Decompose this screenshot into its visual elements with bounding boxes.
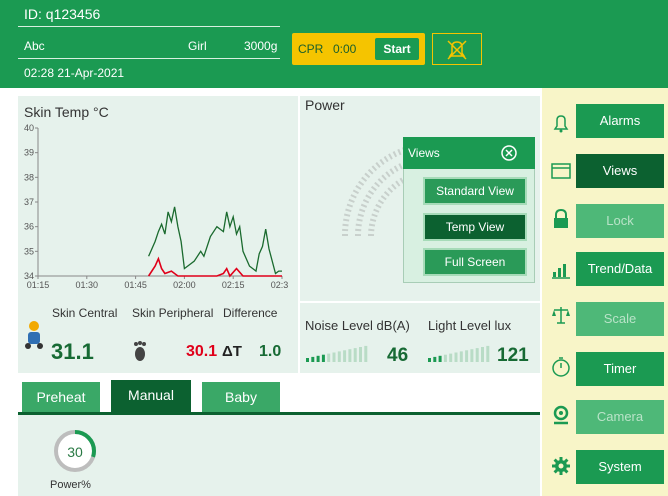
level-bar: [306, 358, 309, 362]
skin-temp-chart: 3435363738394001:15 01:30 01:45 02:00 02:15 0…: [24, 123, 288, 290]
level-bar: [359, 347, 362, 362]
level-bar: [321, 354, 325, 362]
views-popup-title: Views: [408, 146, 440, 160]
x-tick-label: 02:30: [271, 280, 288, 290]
infant-icon: [25, 321, 43, 349]
cpr-label: CPR: [298, 42, 324, 56]
level-bar: [428, 358, 431, 362]
level-bar: [470, 349, 474, 362]
difference-label: Difference: [223, 306, 278, 320]
series-line-0: [148, 206, 282, 275]
tab-preheat[interactable]: Preheat: [22, 382, 100, 412]
y-tick-label: 35: [24, 246, 34, 256]
y-tick-label: 36: [24, 222, 34, 232]
sidebar-item-scale[interactable]: Scale: [576, 302, 664, 336]
sidebar-item-trend-data[interactable]: Trend/Data: [576, 252, 664, 286]
level-bar: [454, 352, 458, 362]
sidebar-item-timer[interactable]: Timer: [576, 352, 664, 386]
skin-peripheral-value: 30.1: [186, 343, 218, 360]
bell-icon: [553, 115, 569, 133]
level-bar: [438, 355, 442, 362]
level-bar: [486, 345, 490, 362]
temp-view-button[interactable]: Temp View: [423, 213, 527, 241]
level-bar: [327, 353, 331, 362]
x-tick-label: 01:30: [76, 280, 99, 290]
sidebar-item-system[interactable]: System: [576, 450, 664, 484]
level-bar: [459, 351, 463, 362]
full-screen-button[interactable]: Full Screen: [423, 248, 527, 276]
x-tick-label: 01:15: [27, 280, 50, 290]
header-divider: [18, 58, 280, 59]
noise-level-value: 46: [387, 345, 409, 366]
sidebar-item-camera[interactable]: Camera: [576, 400, 664, 434]
y-tick-label: 40: [24, 123, 34, 133]
noise-level-bars: [306, 345, 368, 362]
datetime: 02:28 21-Apr-2021: [24, 66, 125, 80]
level-bar: [481, 347, 484, 362]
level-bar: [311, 356, 315, 362]
bar-chart-icon: [552, 264, 570, 279]
level-bar: [332, 352, 336, 362]
x-tick-label: 01:45: [124, 280, 147, 290]
close-icon[interactable]: [499, 143, 519, 163]
camera-icon: [553, 405, 569, 425]
level-bar: [475, 348, 479, 362]
level-bar: [343, 350, 347, 362]
patient-gender: Girl: [188, 39, 207, 53]
alarm-silence-button[interactable]: [432, 33, 482, 65]
patient-name: Abc: [24, 39, 45, 53]
power-percent-label: Power%: [50, 479, 91, 491]
gear-icon: [552, 457, 570, 475]
window-icon: [551, 163, 571, 179]
header-divider: [18, 26, 280, 27]
lock-icon: [554, 208, 568, 228]
power-percent-value: 30: [67, 444, 83, 460]
light-level-label: Light Level lux: [428, 318, 512, 333]
timer-icon: [552, 357, 570, 377]
level-bar: [465, 350, 469, 362]
x-tick-label: 02:00: [173, 280, 196, 290]
standard-view-button[interactable]: Standard View: [423, 177, 527, 205]
sidebar: [542, 88, 668, 496]
skin-peripheral-label: Skin Peripheral: [132, 306, 214, 320]
patient-weight: 3000g: [244, 39, 278, 53]
bell-crossed-icon: [447, 40, 467, 60]
y-tick-label: 39: [24, 148, 34, 158]
sidebar-item-views[interactable]: Views: [576, 154, 664, 188]
y-tick-label: 38: [24, 172, 34, 182]
light-level-value: 121: [497, 345, 529, 366]
difference-value: 1.0: [259, 343, 282, 360]
sidebar-item-alarms[interactable]: Alarms: [576, 104, 664, 138]
series-line-1: [147, 256, 282, 278]
scale-icon: [552, 307, 570, 324]
x-tick-label: 02:15: [222, 280, 245, 290]
delta-t-symbol: ΔT: [222, 343, 242, 360]
level-bar: [364, 345, 368, 362]
tab-manual[interactable]: Manual: [111, 380, 191, 414]
level-bar: [316, 355, 320, 362]
skin-central-value: 31.1: [51, 339, 94, 364]
foot-icon: [134, 341, 146, 361]
level-bar: [337, 351, 341, 362]
noise-level-label: Noise Level dB(A): [305, 318, 410, 333]
sidebar-item-lock[interactable]: Lock: [576, 204, 664, 238]
cpr-timer: 0:00: [333, 42, 357, 56]
level-bar: [443, 354, 447, 362]
skin-central-label: Skin Central: [52, 306, 118, 320]
level-bar: [449, 353, 453, 362]
level-bar: [353, 348, 357, 362]
tab-baby[interactable]: Baby: [202, 382, 280, 412]
level-bar: [348, 349, 352, 362]
cpr-start-button[interactable]: Start: [375, 38, 419, 60]
y-tick-label: 37: [24, 197, 34, 207]
light-level-bars: [428, 345, 490, 362]
level-bar: [433, 356, 437, 362]
patient-id: ID: q123456: [24, 6, 101, 22]
